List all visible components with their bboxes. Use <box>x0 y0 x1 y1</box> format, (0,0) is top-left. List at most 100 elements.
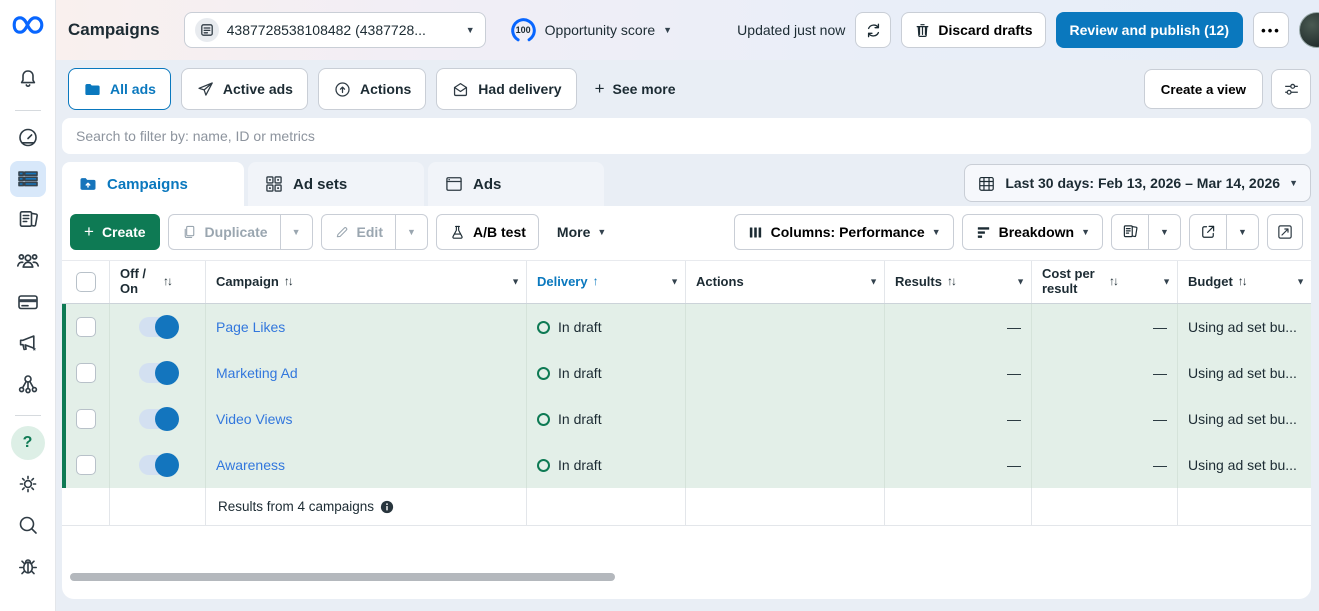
column-menu-icon[interactable]: ▼ <box>1162 278 1171 287</box>
folder-icon <box>83 80 102 99</box>
column-menu-icon[interactable]: ▼ <box>511 278 520 287</box>
row-checkbox[interactable] <box>76 409 96 429</box>
refresh-icon <box>864 21 883 40</box>
sidebar-item-help[interactable]: ? <box>10 425 46 461</box>
tab-label: Ad sets <box>293 176 347 193</box>
row-checkbox[interactable] <box>76 455 96 475</box>
ab-test-button[interactable]: A/B test <box>436 214 539 250</box>
filter-chip-all-ads[interactable]: All ads <box>68 68 171 110</box>
columns-button[interactable]: Columns: Performance ▼ <box>734 214 954 250</box>
sidebar-item-ads-reporting[interactable] <box>10 202 46 238</box>
campaign-name-cell: Page Likes <box>206 304 527 350</box>
filter-chip-label: Active ads <box>223 81 293 97</box>
filter-chip-label: All ads <box>110 81 156 97</box>
campaign-on-toggle[interactable] <box>139 409 177 429</box>
updated-status: Updated just now <box>737 22 845 38</box>
toolbar-right-group: Columns: Performance ▼ Breakdown ▼ <box>734 214 1303 250</box>
tab-ads[interactable]: Ads <box>428 162 604 206</box>
discard-drafts-button[interactable]: Discard drafts <box>901 12 1045 48</box>
horizontal-scrollbar-thumb[interactable] <box>70 573 615 581</box>
edit-button[interactable]: Edit <box>322 215 395 249</box>
bell-icon <box>16 67 40 91</box>
campaign-link[interactable]: Video Views <box>216 411 293 427</box>
date-range-selector[interactable]: Last 30 days: Feb 13, 2026 – Mar 14, 202… <box>964 164 1311 202</box>
table-row: Marketing Ad In draft — — Using ad set b… <box>62 350 1311 396</box>
row-checkbox[interactable] <box>76 363 96 383</box>
filter-chip-actions[interactable]: Actions <box>318 68 426 110</box>
horizontal-scrollbar-track[interactable] <box>70 573 1303 581</box>
filter-chip-active-ads[interactable]: Active ads <box>181 68 308 110</box>
filter-chip-had-delivery[interactable]: Had delivery <box>436 68 576 110</box>
edit-menu-button[interactable]: ▼ <box>395 215 427 249</box>
duplicate-menu-button[interactable]: ▼ <box>280 215 312 249</box>
export-menu-button[interactable]: ▼ <box>1226 215 1258 249</box>
sidebar-item-account-overview[interactable] <box>10 120 46 156</box>
sidebar-item-billing[interactable] <box>10 284 46 320</box>
column-header-results[interactable]: Results ↑↓ ▼ <box>885 261 1032 303</box>
column-header-off-on[interactable]: Off / On ↑↓ <box>110 261 206 303</box>
budget-value: Using ad set bu... <box>1188 365 1297 381</box>
column-menu-icon[interactable]: ▼ <box>1016 278 1025 287</box>
audiences-people-icon <box>15 248 41 274</box>
delivery-cell: In draft <box>527 442 686 488</box>
charts-button[interactable] <box>1267 214 1303 250</box>
sidebar-item-report-bug[interactable] <box>10 548 46 584</box>
campaign-on-toggle[interactable] <box>139 455 177 475</box>
column-header-actions[interactable]: Actions ▼ <box>686 261 885 303</box>
opportunity-score[interactable]: 100 Opportunity score ▼ <box>510 17 672 44</box>
column-menu-icon[interactable]: ▼ <box>869 278 878 287</box>
column-header-delivery[interactable]: Delivery ↑ ▼ <box>527 261 686 303</box>
row-checkbox[interactable] <box>76 317 96 337</box>
info-icon[interactable] <box>380 500 394 514</box>
see-more-filters-button[interactable]: + See more <box>587 79 684 99</box>
campaign-on-toggle[interactable] <box>139 317 177 337</box>
sidebar-item-search[interactable] <box>10 507 46 543</box>
megaphone-gear-icon <box>16 331 40 355</box>
reports-menu-button[interactable]: ▼ <box>1148 215 1180 249</box>
tab-ad-sets[interactable]: Ad sets <box>248 162 424 206</box>
campaign-link[interactable]: Awareness <box>216 457 285 473</box>
breakdown-button[interactable]: Breakdown ▼ <box>962 214 1103 250</box>
refresh-button[interactable] <box>855 12 891 48</box>
row-toggle-cell <box>110 396 206 442</box>
export-button[interactable] <box>1190 215 1226 249</box>
campaigns-folder-icon <box>78 174 98 194</box>
sidebar-item-audiences[interactable] <box>10 243 46 279</box>
column-menu-icon[interactable]: ▼ <box>1296 278 1305 287</box>
create-button[interactable]: + Create <box>70 214 160 250</box>
flask-icon <box>449 224 466 241</box>
campaign-on-toggle[interactable] <box>139 363 177 383</box>
duplicate-button[interactable]: Duplicate <box>169 215 280 249</box>
reports-button[interactable] <box>1112 215 1148 249</box>
ads-frame-icon <box>444 174 464 194</box>
calendar-icon <box>977 174 996 193</box>
chevron-down-icon: ▼ <box>466 26 475 35</box>
view-settings-button[interactable] <box>1271 69 1311 109</box>
search-input[interactable] <box>62 118 1311 154</box>
column-header-campaign[interactable]: Campaign ↑↓ ▼ <box>206 261 527 303</box>
sidebar-item-notifications[interactable] <box>10 61 46 97</box>
review-and-publish-button[interactable]: Review and publish (12) <box>1056 12 1243 48</box>
sidebar-item-settings[interactable] <box>10 466 46 502</box>
summary-cell <box>62 488 110 525</box>
date-range-label: Last 30 days: Feb 13, 2026 – Mar 14, 202… <box>1005 175 1280 191</box>
user-avatar[interactable] <box>1299 12 1319 48</box>
more-menu-button[interactable]: More ▼ <box>547 224 616 240</box>
column-header-budget[interactable]: Budget ↑↓ ▼ <box>1178 261 1311 303</box>
create-a-view-button[interactable]: Create a view <box>1144 69 1263 109</box>
tab-campaigns[interactable]: Campaigns <box>62 162 244 206</box>
sidebar-item-campaigns[interactable] <box>10 161 46 197</box>
campaign-link[interactable]: Page Likes <box>216 319 285 335</box>
meta-logo[interactable] <box>11 14 45 39</box>
column-header-cost-per-result[interactable]: Cost per result ↑↓ ▼ <box>1032 261 1178 303</box>
campaign-link[interactable]: Marketing Ad <box>216 365 298 381</box>
sidebar-item-asset-hierarchy[interactable] <box>10 366 46 402</box>
trash-icon <box>914 22 931 39</box>
ad-account-selector[interactable]: 4387728538108482 (4387728... ▼ <box>184 12 486 48</box>
column-menu-icon[interactable]: ▼ <box>670 278 679 287</box>
more-options-button[interactable]: ••• <box>1253 12 1289 48</box>
sliders-icon <box>1282 80 1301 99</box>
more-label: More <box>557 224 590 240</box>
sidebar-item-ads-settings[interactable] <box>10 325 46 361</box>
select-all-checkbox[interactable] <box>76 272 96 292</box>
